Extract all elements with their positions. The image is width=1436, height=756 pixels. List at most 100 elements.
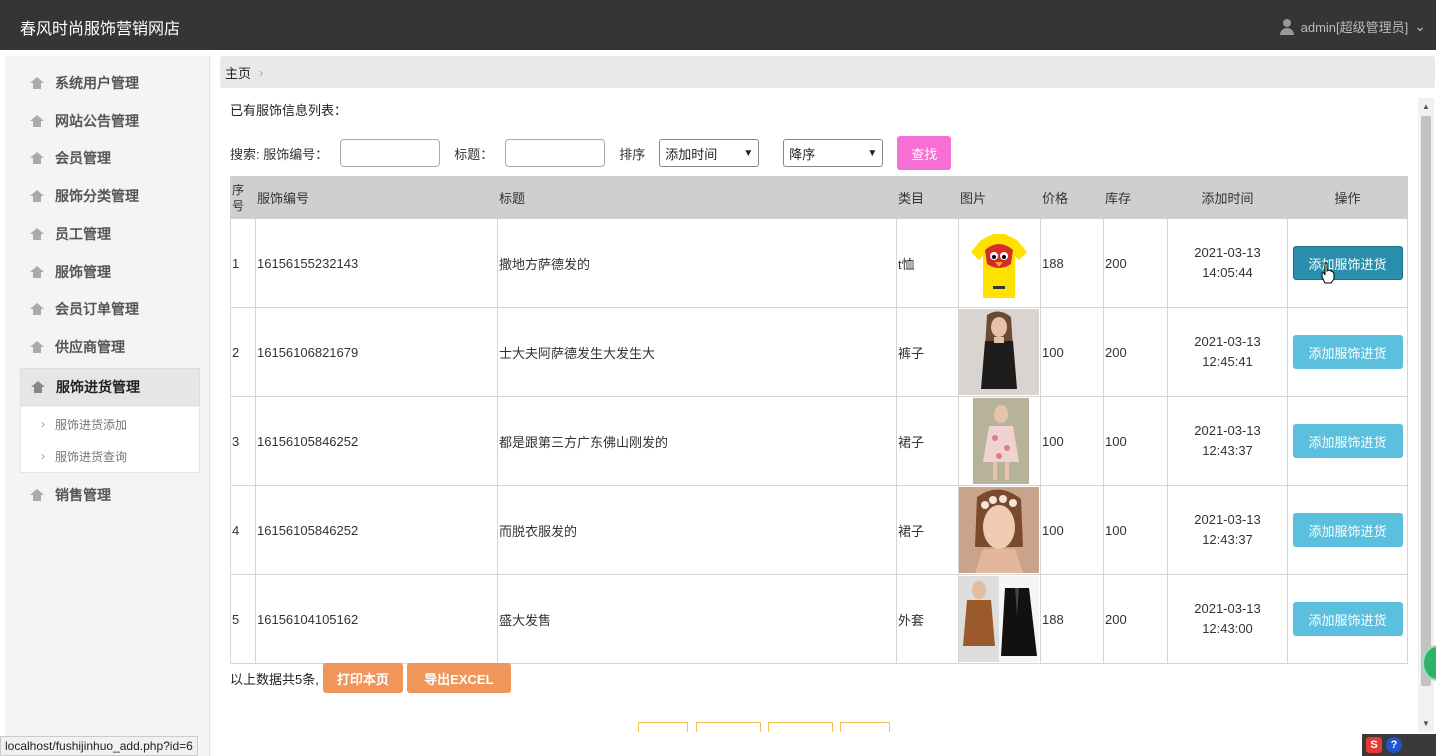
add-purchase-button[interactable]: 添加服饰进货 [1292, 602, 1403, 636]
submenu-item-label: 服饰进货添加 [55, 417, 128, 432]
sidebar-item-sales[interactable]: 销售管理 [20, 477, 200, 513]
cell-added-time: 2021-03-13 12:43:37 [1167, 396, 1288, 486]
col-image: 图片 [958, 176, 1041, 219]
pagination-last[interactable] [840, 722, 890, 732]
print-page-button[interactable]: 打印本页 [322, 663, 403, 693]
title-search-label: 标题： [454, 146, 494, 162]
search-button[interactable]: 查找 [897, 136, 952, 170]
vertical-scrollbar[interactable]: ▲ ▼ [1418, 98, 1434, 732]
submenu-item-label: 服饰进货查询 [55, 449, 128, 464]
cell-category: 裙子 [896, 485, 959, 575]
breadcrumb-home[interactable]: 主页 [225, 63, 251, 82]
home-icon [30, 152, 44, 164]
cell-time: 12:43:37 [1202, 443, 1253, 458]
cell-stock: 100 [1103, 485, 1168, 575]
home-icon [30, 77, 44, 89]
sidebar-item-suppliers[interactable]: 供应商管理 [20, 329, 200, 365]
cell-category: 裙子 [896, 396, 959, 486]
col-stock: 库存 [1103, 176, 1168, 219]
pagination-first[interactable] [638, 722, 688, 732]
cell-stock: 100 [1103, 396, 1168, 486]
cell-index: 2 [230, 307, 256, 397]
chevron-down-icon: ▼ [743, 147, 754, 159]
code-search-input[interactable] [340, 139, 441, 167]
table-row: 3 16156105846252 都是跟第三方广东佛山刚发的 裙子 100 10… [230, 396, 1408, 486]
sidebar-item-members[interactable]: 会员管理 [20, 140, 200, 176]
chevron-right-icon: › [41, 449, 45, 463]
cell-date: 2021-03-13 [1194, 245, 1261, 260]
cell-price: 100 [1040, 396, 1104, 486]
purchase-submenu: › 服饰进货添加 › 服饰进货查询 [20, 407, 200, 473]
help-icon[interactable]: ? [1386, 737, 1402, 753]
cell-price: 100 [1040, 307, 1104, 397]
table-row: 5 16156104105162 盛大发售 外套 188 200 2021-03… [230, 574, 1408, 664]
cell-index: 3 [230, 396, 256, 486]
product-image [959, 398, 1039, 484]
main-content: 已有服饰信息列表： 搜索: 服饰编号： 标题： 排序 添加时间 ▼ 降序 ▼ 查找 … [220, 92, 1416, 732]
title-search-input[interactable] [505, 139, 606, 167]
cell-added-time: 2021-03-13 14:05:44 [1167, 218, 1288, 308]
pagination-prev[interactable] [696, 722, 761, 732]
col-price: 价格 [1040, 176, 1104, 219]
sort-field-select[interactable]: 添加时间 ▼ [659, 139, 760, 167]
cell-title: 士大夫阿萨德发生大发生大 [497, 307, 897, 397]
cell-code: 16156106821679 [255, 307, 498, 397]
scroll-down-icon[interactable]: ▼ [1422, 719, 1430, 728]
sidebar-item-clothing[interactable]: 服饰管理 [20, 254, 200, 290]
cell-time: 12:43:37 [1202, 532, 1253, 547]
sidebar-item-purchase[interactable]: 服饰进货管理 [20, 368, 200, 406]
col-index: 序号 [230, 176, 256, 219]
submenu-item-add-purchase[interactable]: › 服饰进货添加 [21, 409, 201, 439]
cell-action: 添加服饰进货 [1287, 218, 1408, 308]
cell-category: t恤 [896, 218, 959, 308]
home-icon [30, 303, 44, 315]
cell-index: 5 [230, 574, 256, 664]
add-purchase-button[interactable]: 添加服饰进货 [1292, 513, 1403, 547]
sort-order-select[interactable]: 降序 ▼ [783, 139, 884, 167]
chevron-down-icon: ▼ [867, 147, 878, 159]
cell-title: 盛大发售 [497, 574, 897, 664]
add-purchase-button[interactable]: 添加服饰进货 [1292, 424, 1403, 458]
sidebar: 系统用户管理 网站公告管理 会员管理 服饰分类管理 员工管理 服饰管理 会员订单… [5, 56, 210, 756]
cell-date: 2021-03-13 [1194, 334, 1261, 349]
home-icon [30, 228, 44, 240]
cell-price: 188 [1040, 218, 1104, 308]
cell-price: 188 [1040, 574, 1104, 664]
table-header-row: 序号 服饰编号 标题 类目 图片 价格 库存 添加时间 操作 [230, 176, 1408, 219]
pagination-next[interactable] [768, 722, 833, 732]
cell-stock: 200 [1103, 574, 1168, 664]
add-purchase-button[interactable]: 添加服饰进货 [1292, 335, 1403, 369]
cell-action: 添加服饰进货 [1287, 574, 1408, 664]
status-bar-url: localhost/fushijinhuo_add.php?id=6 [0, 736, 198, 756]
cell-title: 而脱衣服发的 [497, 485, 897, 575]
sidebar-item-label: 系统用户管理 [55, 75, 139, 91]
cell-code: 16156155232143 [255, 218, 498, 308]
user-icon [1279, 18, 1295, 35]
input-method-icon[interactable]: S [1366, 737, 1382, 753]
site-brand[interactable]: 春风时尚服饰营销网店 [20, 15, 180, 39]
sidebar-item-label: 销售管理 [55, 487, 111, 503]
sidebar-item-label: 供应商管理 [55, 339, 125, 355]
cell-date: 2021-03-13 [1194, 601, 1261, 616]
cell-time: 12:43:00 [1202, 621, 1253, 636]
cell-added-time: 2021-03-13 12:43:00 [1167, 574, 1288, 664]
sidebar-item-orders[interactable]: 会员订单管理 [20, 291, 200, 327]
chevron-down-icon: ⌄ [1414, 18, 1426, 34]
sidebar-item-announcements[interactable]: 网站公告管理 [20, 103, 200, 139]
submenu-item-query-purchase[interactable]: › 服饰进货查询 [21, 441, 201, 471]
table-row: 4 16156105846252 而脱衣服发的 裙子 100 100 2021-… [230, 485, 1408, 575]
user-menu[interactable]: admin[超级管理员] ⌄ [1279, 17, 1426, 36]
chevron-right-icon: › [41, 417, 45, 431]
cell-index: 1 [230, 218, 256, 308]
sort-field-value: 添加时间 [665, 146, 718, 162]
scrollbar-thumb[interactable] [1421, 116, 1431, 686]
export-excel-button[interactable]: 导出EXCEL [406, 663, 511, 693]
sidebar-item-categories[interactable]: 服饰分类管理 [20, 178, 200, 214]
sidebar-item-label: 员工管理 [55, 226, 111, 242]
cell-title: 都是跟第三方广东佛山刚发的 [497, 396, 897, 486]
sidebar-item-label: 会员订单管理 [55, 301, 139, 317]
add-purchase-button[interactable]: 添加服饰进货 [1292, 246, 1403, 280]
sidebar-item-staff[interactable]: 员工管理 [20, 216, 200, 252]
scroll-up-icon[interactable]: ▲ [1422, 102, 1430, 111]
sidebar-item-system-users[interactable]: 系统用户管理 [20, 65, 200, 101]
